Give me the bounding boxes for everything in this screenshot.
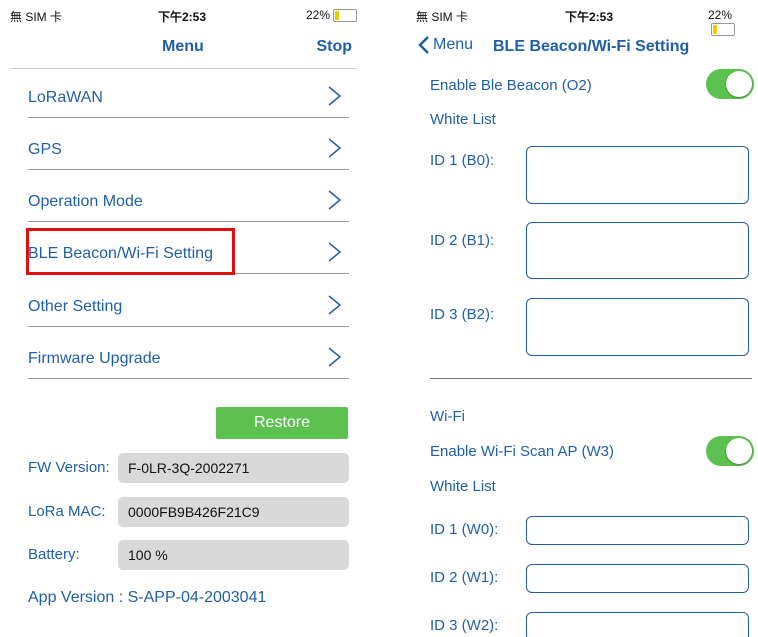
app-version: App Version : S-APP-04-2003041 bbox=[28, 589, 267, 606]
status-time: 下午2:53 bbox=[158, 10, 207, 24]
stop-button[interactable]: Stop bbox=[316, 38, 352, 56]
chevron-right-icon bbox=[328, 138, 342, 158]
menu-item-firmware-upgrade[interactable]: Firmware Upgrade bbox=[28, 334, 349, 379]
menu-item-label: LoRaWAN bbox=[28, 89, 103, 106]
ble-id2-label: ID 2 (B1): bbox=[430, 232, 495, 249]
wifi-id1-input[interactable] bbox=[526, 516, 749, 545]
chevron-right-icon bbox=[328, 347, 342, 367]
fw-version-field: F-0LR-3Q-2002271 bbox=[118, 453, 349, 483]
ble-id1-label: ID 1 (B0): bbox=[430, 152, 495, 169]
ble-id3-label: ID 3 (B2): bbox=[430, 306, 495, 323]
battery-percent: 22% bbox=[306, 8, 331, 22]
page-title: Menu bbox=[162, 38, 204, 55]
ble-id2-input[interactable] bbox=[526, 222, 749, 279]
back-button[interactable]: Menu bbox=[418, 36, 473, 54]
wifi-id3-label: ID 3 (W2): bbox=[430, 617, 499, 634]
menu-item-other-setting[interactable]: Other Setting bbox=[28, 282, 349, 327]
ble-white-list-label: White List bbox=[430, 111, 496, 128]
back-label: Menu bbox=[433, 36, 474, 54]
wifi-section-header: Wi-Fi bbox=[430, 408, 465, 425]
nav-divider bbox=[10, 68, 357, 69]
menu-item-operation-mode[interactable]: Operation Mode bbox=[28, 177, 349, 222]
menu-item-gps[interactable]: GPS bbox=[28, 125, 349, 170]
wifi-id3-input[interactable] bbox=[526, 612, 749, 637]
toggle-knob bbox=[726, 71, 752, 97]
ble-wifi-setting-screen: 無 SIM 卡 下午2:53 22% Menu BLE Beacon/Wi-Fi… bbox=[402, 0, 758, 637]
menu-item-label: GPS bbox=[28, 141, 62, 158]
toggle-knob bbox=[726, 438, 752, 464]
wifi-id2-input[interactable] bbox=[526, 564, 749, 593]
status-bar: 無 SIM 卡 下午2:53 22% bbox=[402, 0, 758, 37]
chevron-left-icon bbox=[418, 36, 429, 54]
chevron-right-icon bbox=[328, 86, 342, 106]
menu-screen: 無 SIM 卡 下午2:53 22% Menu Stop LoRaWAN GPS… bbox=[0, 0, 367, 637]
ble-beacon-toggle[interactable] bbox=[706, 69, 754, 99]
battery-field: 100 % bbox=[118, 540, 349, 570]
battery-label: Battery: bbox=[28, 546, 80, 563]
lora-mac-label: LoRa MAC: bbox=[28, 503, 106, 520]
menu-item-label: Other Setting bbox=[28, 298, 123, 315]
ble-id1-input[interactable] bbox=[526, 146, 749, 204]
ble-id3-input[interactable] bbox=[526, 298, 749, 356]
enable-ble-label: Enable Ble Beacon (O2) bbox=[430, 77, 592, 94]
wifi-id1-label: ID 1 (W0): bbox=[430, 521, 499, 538]
battery-icon bbox=[333, 9, 358, 23]
page-title: BLE Beacon/Wi-Fi Setting bbox=[493, 38, 690, 55]
status-bar: 無 SIM 卡 下午2:53 22% bbox=[0, 0, 367, 28]
nav-bar: Menu Stop bbox=[0, 30, 367, 66]
carrier-label: 無 SIM 卡 bbox=[416, 10, 469, 24]
wifi-scan-toggle[interactable] bbox=[706, 436, 754, 466]
nav-bar: Menu BLE Beacon/Wi-Fi Setting bbox=[402, 30, 758, 66]
highlight-box bbox=[26, 228, 235, 275]
wifi-id2-label: ID 2 (W1): bbox=[430, 569, 499, 586]
menu-item-lorawan[interactable]: LoRaWAN bbox=[28, 73, 349, 118]
fw-version-label: FW Version: bbox=[28, 459, 110, 476]
battery-indicator: 22% bbox=[306, 8, 358, 23]
restore-button[interactable]: Restore bbox=[216, 407, 348, 439]
section-divider bbox=[430, 378, 752, 379]
chevron-right-icon bbox=[328, 295, 342, 315]
menu-item-label: Firmware Upgrade bbox=[28, 350, 161, 367]
enable-wifi-label: Enable Wi-Fi Scan AP (W3) bbox=[430, 443, 614, 460]
chevron-right-icon bbox=[328, 242, 342, 262]
menu-item-label: Operation Mode bbox=[28, 193, 143, 210]
battery-percent: 22% bbox=[708, 8, 733, 22]
wifi-white-list-label: White List bbox=[430, 478, 496, 495]
carrier-label: 無 SIM 卡 bbox=[10, 10, 63, 24]
status-time: 下午2:53 bbox=[565, 10, 614, 24]
chevron-right-icon bbox=[328, 190, 342, 210]
lora-mac-field: 0000FB9B426F21C9 bbox=[118, 497, 349, 527]
